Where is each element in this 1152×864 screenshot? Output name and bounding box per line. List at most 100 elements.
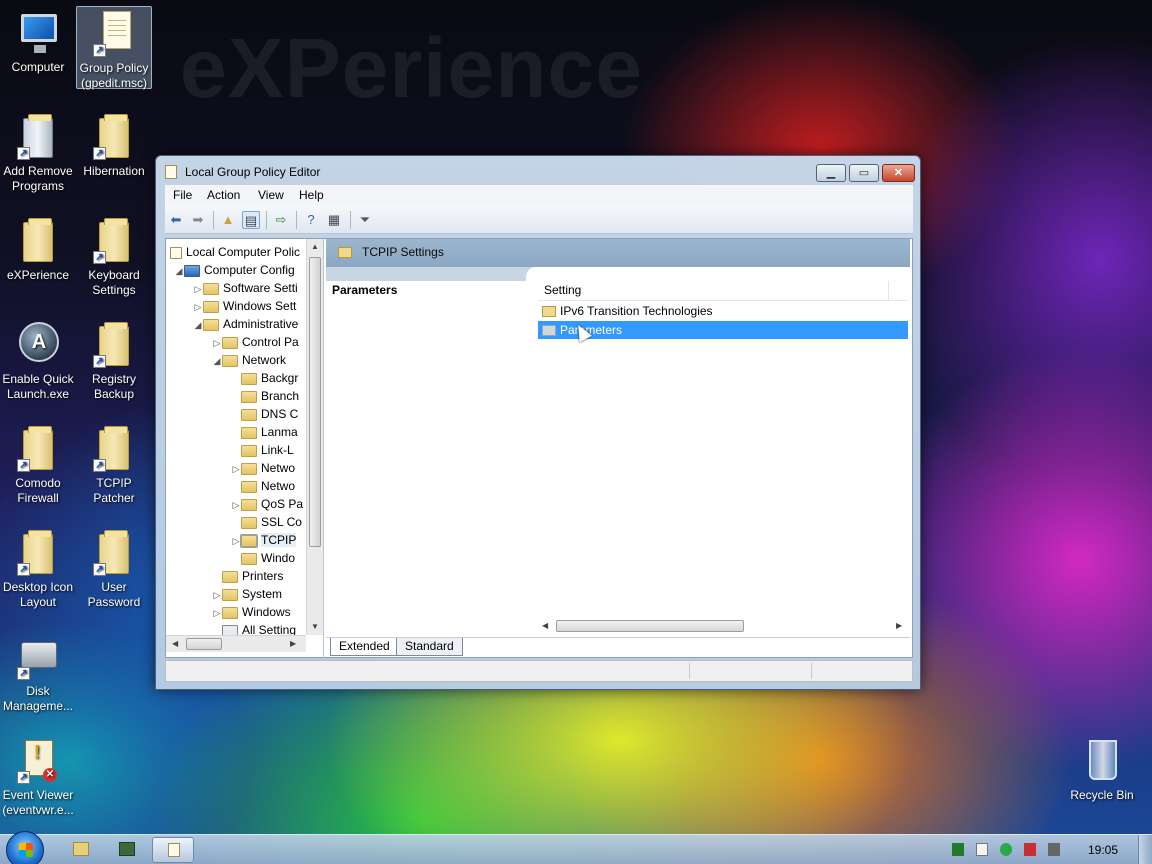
tree-item[interactable]: SSL Co [231, 513, 302, 531]
tree-item[interactable]: ◢ Computer Config [174, 261, 295, 279]
details-horizontal-scrollbar[interactable]: ◀ ▶ [538, 617, 910, 634]
tree-item[interactable]: ▷ Windows Sett [193, 297, 297, 315]
collapse-icon: ◢ [194, 320, 202, 330]
start-button[interactable] [6, 831, 44, 864]
tray-volume-muted-icon[interactable] [1048, 843, 1060, 856]
group-policy-editor-window[interactable]: Local Group Policy Editor ▁ ▭ ✕ File Act… [155, 155, 921, 690]
tray-network-icon[interactable] [1024, 843, 1036, 856]
folder-icon: ↗ [91, 424, 137, 472]
tree-item[interactable]: Printers [212, 567, 283, 585]
tab-extended[interactable]: Extended [330, 638, 399, 656]
tree-hscroll-thumb[interactable] [186, 638, 222, 650]
taskbar-network-button[interactable] [106, 837, 148, 863]
desktop-icon-add-remove-programs[interactable]: ↗ Add Remove Programs [0, 110, 76, 194]
description-title: Parameters [332, 283, 398, 297]
tree-item[interactable]: Backgr [231, 369, 298, 387]
window-titlebar[interactable]: Local Group Policy Editor ▁ ▭ ✕ [156, 156, 920, 186]
taskbar-explorer-button[interactable] [60, 837, 102, 863]
filter-icon[interactable]: ⏷ [356, 211, 374, 229]
desktop-icon-registry-backup[interactable]: ↗ Registry Backup [76, 318, 152, 402]
tray-app-icon[interactable] [952, 843, 964, 856]
tree-item[interactable]: Lanma [231, 423, 298, 441]
status-bar [165, 660, 913, 682]
desktop-icon-disk-management[interactable]: ↗ Disk Manageme... [0, 630, 76, 714]
tree-item[interactable]: ▷ Control Pa [212, 333, 299, 351]
desktop-icon-label: Add Remove Programs [3, 164, 73, 193]
up-folder-icon[interactable]: ▲ [219, 211, 237, 229]
maximize-button[interactable]: ▭ [849, 164, 879, 182]
show-desktop-button[interactable] [1138, 835, 1152, 864]
tree-item[interactable]: Branch [231, 387, 299, 405]
toolbar: ⬅ ➡ ▲ ▤ ⇨ ? ▦ ⏷ [165, 206, 913, 234]
taskbar-clock[interactable]: 19:05 [1088, 843, 1118, 857]
tree-item[interactable]: ▷ Software Setti [193, 279, 298, 297]
disk-icon: ↗ [15, 632, 61, 680]
desktop-icon-hibernation[interactable]: ↗ Hibernation [76, 110, 152, 179]
list-item[interactable]: IPv6 Transition Technologies [538, 302, 908, 320]
tree-item[interactable]: Link-L [231, 441, 294, 459]
menu-file[interactable]: File [173, 188, 192, 202]
desktop-icon-keyboard-settings[interactable]: ↗ Keyboard Settings [76, 214, 152, 298]
desktop-icon-label: Hibernation [83, 164, 145, 178]
column-header-setting[interactable]: Setting [538, 281, 908, 301]
back-arrow-icon[interactable]: ⬅ [167, 211, 185, 229]
tree-item[interactable]: ▷ Netwo [231, 459, 295, 477]
menu-help[interactable]: Help [299, 188, 324, 202]
tree-item[interactable]: ▷ System [212, 585, 282, 603]
desktop-icon-label: Enable Quick Launch.exe [2, 372, 74, 401]
tree-item[interactable]: ◢ Network [212, 351, 286, 369]
view-tabs: Extended Standard [326, 637, 910, 657]
policy-tree: Local Computer Polic ◢ Computer Config ▷ S… [166, 239, 324, 659]
details-header-title: TCPIP Settings [362, 245, 444, 259]
export-list-icon[interactable]: ⇨ [272, 211, 290, 229]
gpedit-icon [168, 843, 180, 857]
close-button[interactable]: ✕ [882, 164, 915, 182]
details-hscroll-thumb[interactable] [556, 620, 744, 632]
desktop-icon-experience[interactable]: eXPerience [0, 214, 76, 283]
tree-item[interactable]: Windo [231, 549, 295, 567]
desktop-icon-user-password[interactable]: ↗ User Password [76, 526, 152, 610]
expand-icon: ▷ [232, 500, 240, 510]
desktop-icon-event-viewer[interactable]: ✕↗ Event Viewer (eventvwr.e... [0, 734, 76, 818]
desktop-icon-desktop-icon-layout[interactable]: ↗ Desktop Icon Layout [0, 526, 76, 610]
tree-item[interactable]: ▷ QoS Pa [231, 495, 304, 513]
desktop-icon-label: Keyboard Settings [88, 268, 140, 297]
tree-horizontal-scrollbar[interactable]: ◀ ▶ [166, 635, 306, 652]
tree-item-selected[interactable]: ▷ TCPIP [231, 531, 297, 549]
desktop-icon-enable-quick-launch[interactable]: A Enable Quick Launch.exe [0, 318, 76, 402]
tray-document-icon[interactable] [976, 843, 988, 856]
tree-scroll-thumb[interactable] [309, 257, 321, 547]
forward-arrow-icon[interactable]: ➡ [189, 211, 207, 229]
expand-icon: ▷ [194, 284, 202, 294]
desktop-icon-recycle-bin[interactable]: Recycle Bin [1064, 734, 1140, 803]
minimize-button[interactable]: ▁ [816, 164, 846, 182]
desktop-icon-label: User Password [87, 580, 141, 609]
desktop-icon-comodo-firewall[interactable]: ↗ Comodo Firewall [0, 422, 76, 506]
list-item-selected[interactable]: Parameters [538, 321, 908, 339]
taskbar: 19:05 [0, 831, 1152, 864]
help-icon[interactable]: ? [302, 211, 320, 229]
show-hide-tree-icon[interactable]: ▤ [242, 211, 260, 229]
tab-standard[interactable]: Standard [396, 638, 463, 656]
tree-item[interactable]: Netwo [231, 477, 295, 495]
taskbar-gpedit-button[interactable] [152, 837, 194, 863]
desktop-icon-group-policy[interactable]: ↗ Group Policy (gpedit.msc) [76, 6, 152, 90]
folder-icon: ↗ [91, 112, 137, 160]
properties-icon[interactable]: ▦ [325, 211, 343, 229]
tray-security-icon[interactable] [1000, 843, 1012, 856]
tree-item[interactable]: ◢ Administrative [193, 315, 299, 333]
tree-item[interactable]: DNS C [231, 405, 298, 423]
menu-view[interactable]: View [258, 188, 284, 202]
tree-vertical-scrollbar[interactable]: ▲ ▼ [306, 239, 323, 635]
desktop-icon-computer[interactable]: Computer [0, 6, 76, 75]
tree-item[interactable]: ▷ Windows [212, 603, 291, 621]
desktop-icon-label: Comodo Firewall [15, 476, 61, 505]
folder-icon: ↗ [91, 528, 137, 576]
desktop-icon-label: eXPerience [6, 268, 70, 282]
menu-action[interactable]: Action [207, 188, 240, 202]
details-pane: TCPIP Settings Parameters Setting IPv6 T… [326, 239, 910, 657]
quick-launch-icon: A [15, 320, 61, 368]
desktop-icon-tcpip-patcher[interactable]: ↗ TCPIP Patcher [76, 422, 152, 506]
folder-icon [542, 306, 556, 318]
tree-item[interactable]: Local Computer Polic [170, 243, 300, 261]
